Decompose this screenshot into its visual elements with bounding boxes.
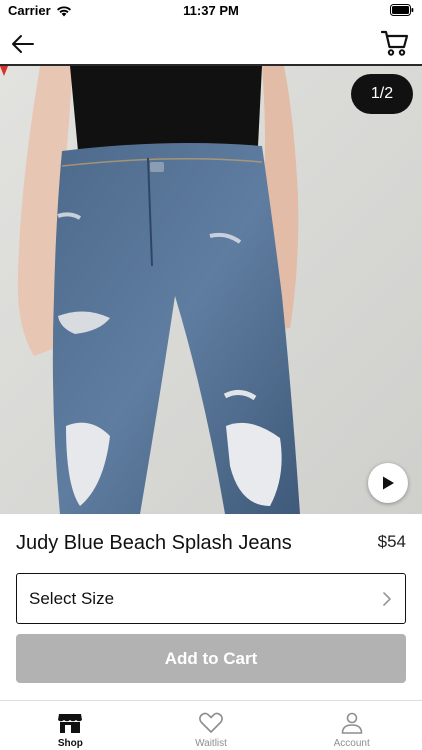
tab-shop-label: Shop xyxy=(57,738,83,749)
storefront-icon xyxy=(58,714,83,733)
tab-waitlist-label: Waitlist xyxy=(195,738,227,749)
heart-icon xyxy=(199,712,223,733)
tab-account-label: Account xyxy=(333,738,370,749)
tab-waitlist[interactable]: Waitlist xyxy=(141,701,282,750)
navigation-bar xyxy=(0,22,422,64)
tab-account[interactable]: Account xyxy=(281,701,422,750)
size-select-dropdown[interactable]: Select Size xyxy=(16,573,406,624)
cart-icon[interactable] xyxy=(380,28,410,58)
add-to-cart-button[interactable]: Add to Cart xyxy=(16,634,406,683)
play-icon xyxy=(383,476,394,490)
image-page-counter: 1/2 xyxy=(351,74,413,114)
person-icon xyxy=(341,712,362,734)
tab-bar: Shop Waitlist Account xyxy=(0,700,422,750)
tab-shop[interactable]: Shop xyxy=(0,701,141,750)
status-bar: Carrier 11:37 PM xyxy=(0,0,422,22)
chevron-right-icon xyxy=(383,591,391,606)
back-arrow-icon[interactable] xyxy=(10,31,36,57)
battery-icon xyxy=(390,4,414,16)
product-photo xyxy=(0,66,422,514)
product-price: $54 xyxy=(377,532,406,551)
product-image-gallery[interactable]: 1/2 xyxy=(0,66,422,514)
product-title: Judy Blue Beach Splash Jeans xyxy=(16,532,292,554)
play-video-button[interactable] xyxy=(368,463,408,503)
size-select-label: Select Size xyxy=(29,588,115,608)
status-time: 11:37 PM xyxy=(183,3,239,18)
